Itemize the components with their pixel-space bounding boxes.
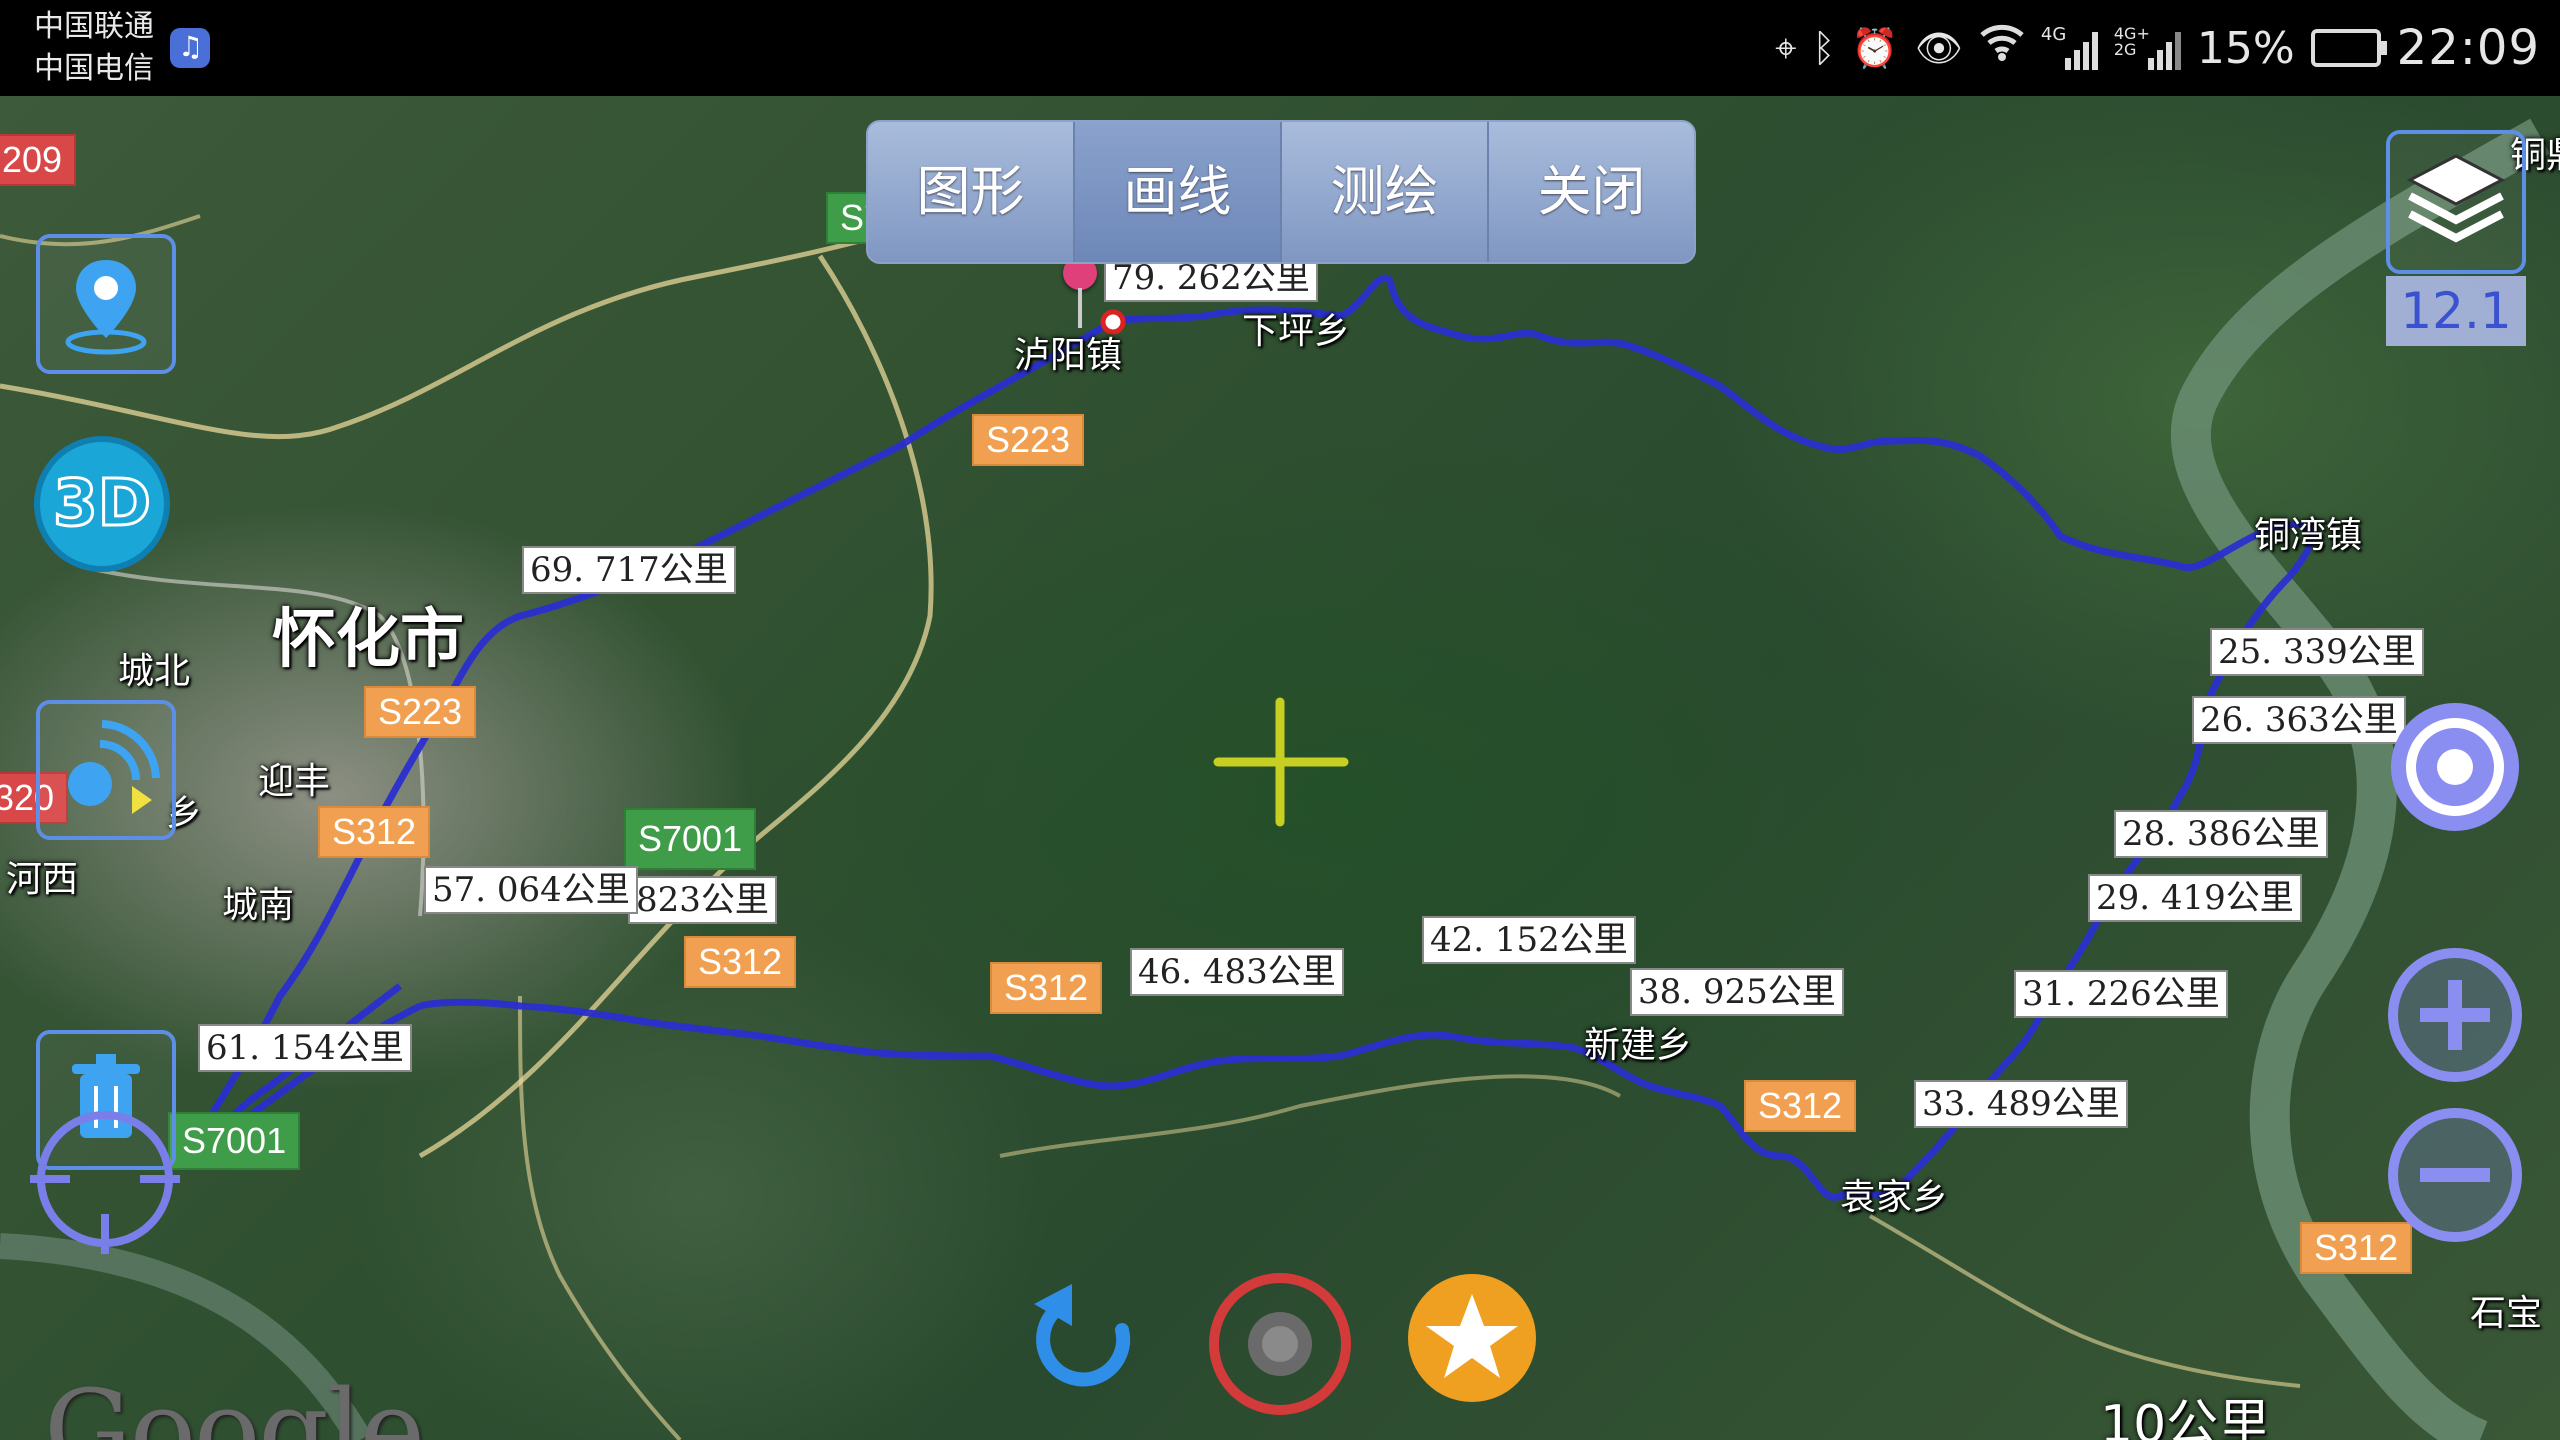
distance-label: 38. 925公里 <box>1630 968 1844 1016</box>
place-chengnan: 城南 <box>222 885 295 926</box>
undo-icon <box>1034 1284 1131 1387</box>
music-app-icon <box>170 28 210 68</box>
place-luyang: 泸阳镇 <box>1014 335 1123 376</box>
place-chengbei: 城北 <box>118 651 191 692</box>
place-xiaping: 下坪乡 <box>1242 311 1351 352</box>
layers-button[interactable] <box>2386 130 2526 274</box>
road-label-s312: S312 <box>990 962 1103 1014</box>
signal-4g-icon: 4G <box>2040 24 2098 70</box>
battery-icon <box>2310 29 2387 67</box>
top-menu: 图形 画线 测绘 关闭 <box>866 120 1696 264</box>
eye-icon: 👁 <box>1914 26 1963 70</box>
road-label-s223: S223 <box>972 414 1085 466</box>
place-tongwan: 铜湾镇 <box>2254 515 2363 556</box>
carrier-2: 中国电信 <box>34 51 154 86</box>
distance-label: 25. 339公里 <box>2210 628 2424 676</box>
wifi-icon <box>1979 18 2025 78</box>
bluetooth-icon: ᛒ <box>1812 26 1836 70</box>
road-label-s7001: S7001 <box>168 1112 301 1170</box>
google-watermark: Google <box>44 1366 425 1440</box>
minus-icon <box>2388 1108 2522 1242</box>
road-label-s7001: S7001 <box>624 808 757 870</box>
undo-button[interactable] <box>1022 1270 1146 1394</box>
alarm-icon: ⏰ <box>1851 26 1899 70</box>
distance-label: 69. 717公里 <box>522 546 736 594</box>
place-huaihua: 怀化市 <box>272 603 464 677</box>
clock: 22:09 <box>2396 20 2540 76</box>
crosshair-target-icon <box>30 1111 180 1254</box>
target-crosshair-button[interactable] <box>30 1104 180 1254</box>
road-label-s312: S312 <box>318 806 431 858</box>
menu-shapes[interactable]: 图形 <box>868 122 1075 262</box>
road-label-209: 209 <box>0 134 77 186</box>
distance-label: 28. 386公里 <box>2114 810 2328 858</box>
place-xinjian: 新建乡 <box>1584 1025 1693 1066</box>
menu-survey[interactable]: 测绘 <box>1282 122 1489 262</box>
gps-signal-button[interactable] <box>36 700 176 840</box>
location-icon: ⌖ <box>1775 26 1797 70</box>
distance-label: 823公里 <box>628 876 777 924</box>
scale-label: 10公里 <box>2100 1395 2271 1440</box>
menu-close[interactable]: 关闭 <box>1489 122 1694 262</box>
pin-stem <box>1078 288 1082 328</box>
distance-label: 33. 489公里 <box>1914 1080 2128 1128</box>
record-icon <box>1209 1273 1351 1415</box>
distance-label: 29. 419公里 <box>2088 874 2302 922</box>
distance-label: 42. 152公里 <box>1422 916 1636 964</box>
measured-route <box>176 274 2316 1201</box>
zoom-level-label: 12.1 <box>2386 276 2526 346</box>
location-button[interactable] <box>36 234 176 374</box>
distance-label: 31. 226公里 <box>2014 970 2228 1018</box>
3d-label: 3D <box>52 466 153 543</box>
zoom-in-button[interactable] <box>2384 944 2526 1086</box>
3d-button[interactable]: 3D <box>34 436 170 572</box>
road-label-s312: S312 <box>684 936 797 988</box>
place-hexi: 河西 <box>6 859 79 900</box>
place-shibao: 石宝 <box>2470 1293 2543 1334</box>
road-label-s223: S223 <box>364 686 477 738</box>
target-icon <box>2391 703 2519 831</box>
my-location-button[interactable] <box>2384 696 2526 838</box>
place-yingfeng: 迎丰 <box>258 761 331 802</box>
plus-icon <box>2388 948 2522 1082</box>
distance-label: 46. 483公里 <box>1130 948 1344 996</box>
status-icons: ⌖ ᛒ ⏰ 👁 4G 4G+ 2G 15% 22:09 <box>1775 18 2540 78</box>
signal-waves-icon <box>68 720 160 814</box>
net2-label: 4G+ 2G <box>2113 24 2150 59</box>
menu-draw-line[interactable]: 画线 <box>1075 122 1282 262</box>
distance-label: 57. 064公里 <box>424 866 638 914</box>
map-pin-icon <box>65 260 147 355</box>
zoom-out-button[interactable] <box>2384 1104 2526 1246</box>
distance-label: 61. 154公里 <box>198 1024 412 1072</box>
satellite-map[interactable]: 209 S7 S223 S223 S312 320 S7001 S312 S31… <box>0 96 2560 1440</box>
signal-2g-icon: 4G+ 2G <box>2114 26 2181 70</box>
place-yuanjia: 袁家乡 <box>1840 1177 1949 1218</box>
center-crosshair <box>1213 697 1349 827</box>
favorite-button[interactable] <box>1404 1270 1540 1406</box>
star-icon <box>1408 1274 1536 1402</box>
status-bar: 中国联通 中国电信 ⌖ ᛒ ⏰ 👁 4G 4G+ 2G 15% 22:09 <box>0 0 2560 96</box>
layers-icon <box>2406 154 2506 243</box>
distance-label: 26. 363公里 <box>2192 696 2406 744</box>
net1-label: 4G <box>2040 24 2067 45</box>
record-button[interactable] <box>1206 1270 1354 1418</box>
battery-percent: 15% <box>2196 22 2295 74</box>
carrier-1: 中国联通 <box>34 9 154 44</box>
road-label-s312: S312 <box>1744 1080 1857 1132</box>
